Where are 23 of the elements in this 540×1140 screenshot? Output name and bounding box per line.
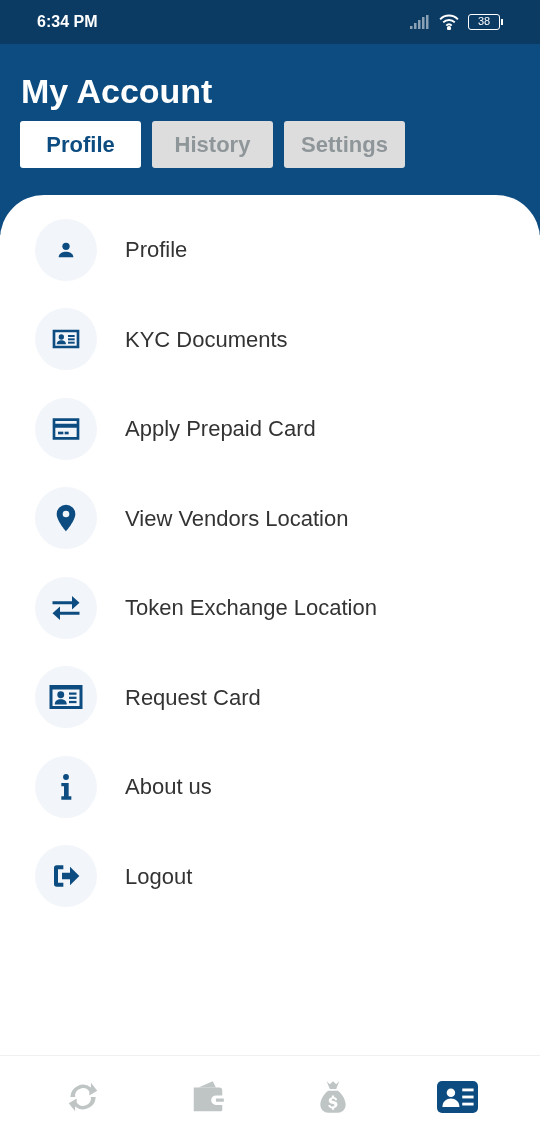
menu-item[interactable]: KYC Documents: [0, 294, 540, 384]
menu-item[interactable]: Profile: [0, 205, 540, 295]
menu-item[interactable]: Token Exchange Location: [0, 563, 540, 653]
menu-label: Apply Prepaid Card: [125, 415, 316, 444]
nav-tab[interactable]: [437, 1081, 478, 1113]
menu-label: About us: [125, 773, 212, 802]
wifi-icon: [438, 14, 460, 30]
menu-item[interactable]: Request Card: [0, 652, 540, 742]
menu-label: Logout: [125, 862, 193, 891]
menu-item[interactable]: View Vendors Location: [0, 473, 540, 563]
page-title: My Account: [20, 71, 214, 111]
status-time: 6:34 PM: [37, 12, 98, 32]
menu-label: KYC Documents: [125, 325, 288, 354]
battery-level: 38: [468, 14, 500, 30]
tab[interactable]: Profile: [20, 121, 141, 168]
menu-label: Request Card: [125, 683, 261, 712]
signal-icon: [410, 15, 430, 29]
menu-label: Token Exchange Location: [125, 594, 377, 623]
menu-item[interactable]: Logout: [0, 831, 540, 921]
menu-label: View Vendors Location: [125, 504, 349, 533]
menu-label: Profile: [125, 236, 188, 265]
menu-item[interactable]: Apply Prepaid Card: [0, 384, 540, 474]
menu-item[interactable]: About us: [0, 742, 540, 832]
